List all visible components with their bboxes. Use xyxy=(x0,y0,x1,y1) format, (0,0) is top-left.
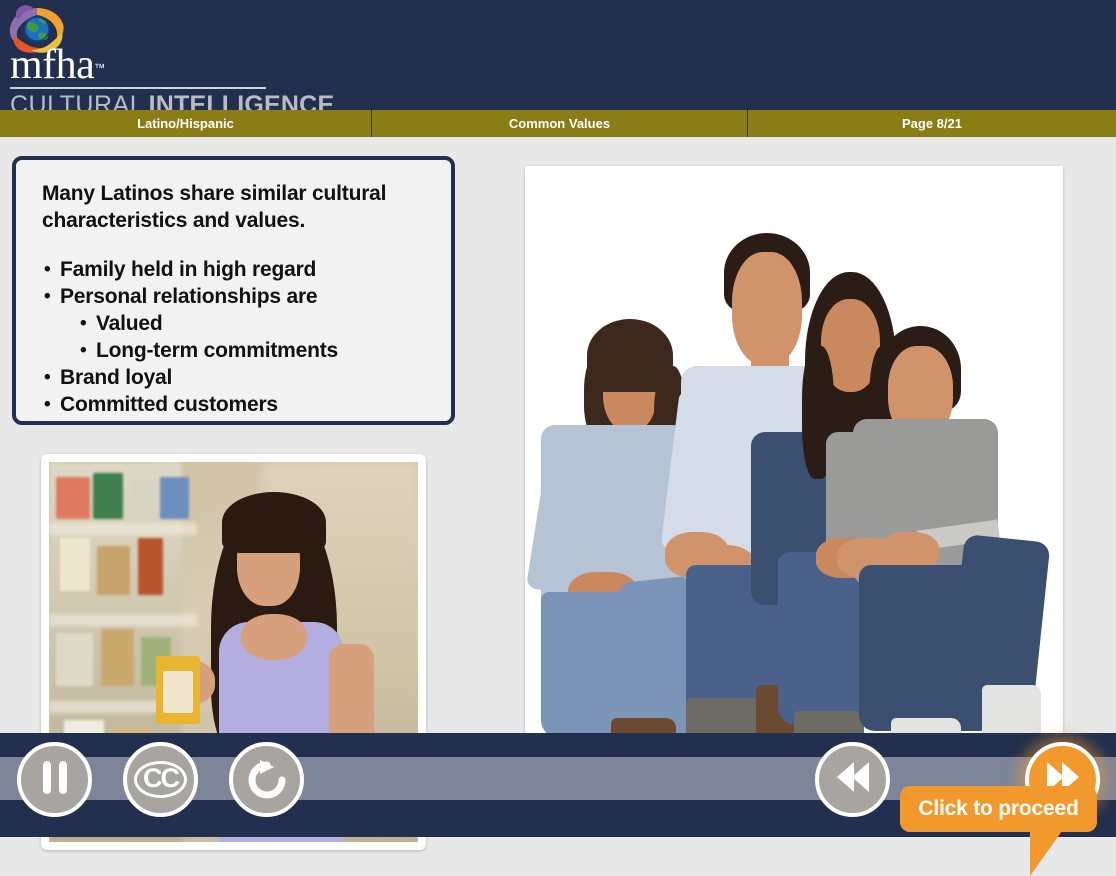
bullet-item: Valued xyxy=(42,310,437,337)
rewind-icon xyxy=(836,762,869,797)
key-points-lead-text: Many Latinos share similar cultural char… xyxy=(42,182,387,232)
family-of-four-photo xyxy=(525,166,1063,831)
brand-block: mfha™ CULTURAL INTELLIGENCE xyxy=(10,42,334,120)
key-points-box: Many Latinos share similar cultural char… xyxy=(12,156,455,425)
nav-segment-section[interactable]: Common Values xyxy=(372,110,748,137)
back-button[interactable] xyxy=(815,742,890,817)
slide-content-area: Many Latinos share similar cultural char… xyxy=(0,137,1116,876)
captions-button[interactable]: CC xyxy=(123,742,198,817)
nav-segment-topic[interactable]: Latino/Hispanic xyxy=(0,110,372,137)
brand-wordmark: mfha xyxy=(10,42,95,88)
breadcrumb-nav-bar: Latino/Hispanic Common Values Page 8/21 xyxy=(0,110,1116,137)
bullet-item: Long-term commitments xyxy=(42,337,437,364)
pause-icon xyxy=(39,760,71,799)
replay-button[interactable] xyxy=(229,742,304,817)
replay-icon xyxy=(248,759,285,798)
trademark-symbol: ™ xyxy=(94,62,106,75)
bullet-item: Family held in high regard xyxy=(42,256,437,283)
bullet-item: Personal relationships are xyxy=(42,283,437,310)
click-to-proceed-callout[interactable]: Click to proceed xyxy=(900,786,1097,832)
bullet-item: Brand loyal xyxy=(42,364,437,391)
cc-icon: CC xyxy=(134,761,187,798)
app-header: mfha™ CULTURAL INTELLIGENCE xyxy=(0,0,1116,119)
key-points-bullet-list: Family held in high regard Personal rela… xyxy=(42,256,437,418)
bullet-item: Committed customers xyxy=(42,391,437,418)
callout-tail xyxy=(1030,831,1062,876)
nav-segment-page-indicator: Page 8/21 xyxy=(902,116,962,131)
callout-label: Click to proceed xyxy=(918,797,1079,820)
pause-button[interactable] xyxy=(17,742,92,817)
